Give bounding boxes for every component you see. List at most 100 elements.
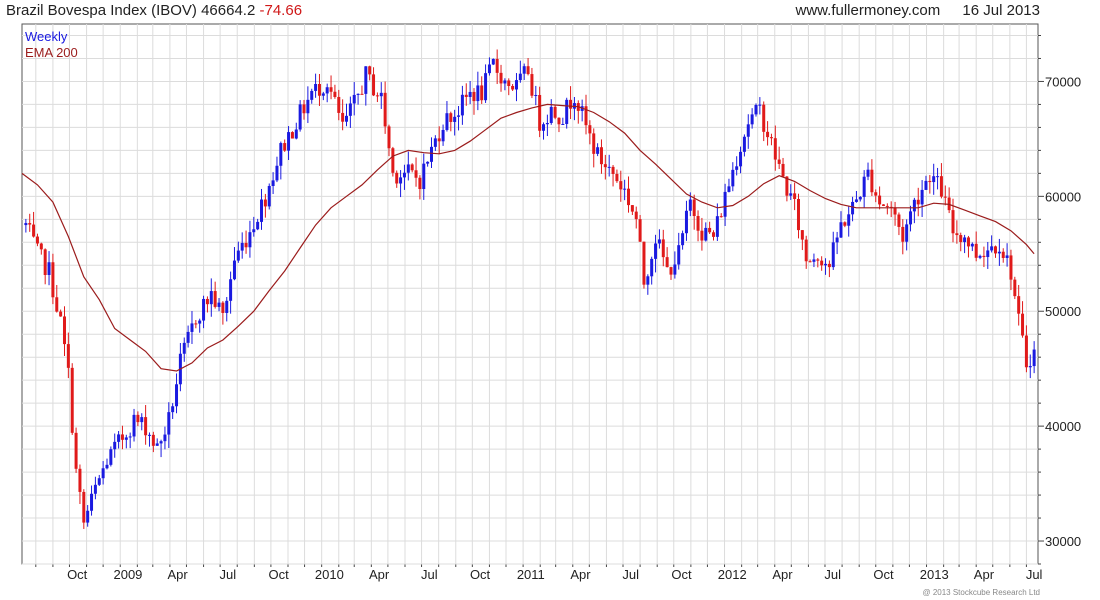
candle-up bbox=[310, 90, 314, 100]
candle-up bbox=[275, 165, 279, 181]
candle-up bbox=[240, 242, 244, 251]
candle-up bbox=[997, 251, 1001, 254]
candle-up bbox=[325, 87, 329, 94]
candle-down bbox=[1017, 296, 1021, 314]
candle-down bbox=[777, 159, 781, 164]
candle-down bbox=[827, 263, 831, 268]
candle-down bbox=[642, 241, 646, 285]
candle-up bbox=[924, 180, 928, 190]
candle-up bbox=[225, 300, 229, 313]
candle-down bbox=[317, 83, 321, 96]
candle-up bbox=[476, 85, 480, 102]
candle-up bbox=[294, 129, 298, 139]
candle-up bbox=[232, 260, 236, 280]
y-tick-label: 70000 bbox=[1045, 74, 1081, 89]
candle-down bbox=[1024, 335, 1028, 368]
candle-down bbox=[391, 148, 395, 173]
candle-down bbox=[611, 166, 615, 174]
candle-down bbox=[437, 138, 441, 142]
candle-up bbox=[352, 94, 356, 104]
candle-up bbox=[271, 180, 275, 187]
candle-down bbox=[43, 249, 47, 275]
candle-up bbox=[727, 186, 731, 192]
candle-down bbox=[39, 243, 43, 250]
candle-up bbox=[229, 279, 233, 301]
candle-up bbox=[248, 232, 252, 248]
candle-up bbox=[402, 172, 406, 178]
legend-weekly: Weekly bbox=[25, 29, 68, 44]
candle-up bbox=[124, 437, 128, 440]
candle-up bbox=[484, 73, 488, 101]
candle-down bbox=[762, 104, 766, 132]
candle-down bbox=[55, 297, 59, 312]
candle-down bbox=[136, 414, 140, 423]
candle-down bbox=[414, 170, 418, 178]
candle-down bbox=[329, 87, 333, 92]
x-tick-label: Apr bbox=[570, 567, 591, 582]
candle-up bbox=[140, 417, 144, 423]
x-tick-label: Apr bbox=[974, 567, 995, 582]
candle-up bbox=[978, 255, 982, 258]
candle-down bbox=[796, 198, 800, 231]
candle-up bbox=[47, 262, 51, 275]
candle-down bbox=[1009, 255, 1013, 280]
candle-down bbox=[588, 125, 592, 134]
candle-up bbox=[657, 239, 661, 244]
candle-down bbox=[615, 173, 619, 182]
candle-down bbox=[283, 143, 287, 151]
candle-down bbox=[665, 257, 669, 268]
candle-down bbox=[766, 131, 770, 138]
candle-down bbox=[464, 94, 468, 97]
candle-up bbox=[109, 449, 113, 465]
candle-up bbox=[654, 243, 658, 259]
candle-down bbox=[881, 204, 885, 206]
candle-down bbox=[592, 133, 596, 154]
candle-up bbox=[839, 222, 843, 238]
candle-down bbox=[700, 230, 704, 241]
candle-up bbox=[186, 331, 190, 343]
candle-down bbox=[928, 180, 932, 183]
candle-down bbox=[375, 95, 379, 97]
candle-up bbox=[441, 129, 445, 142]
candle-down bbox=[781, 163, 785, 177]
candle-up bbox=[542, 124, 546, 131]
candle-up bbox=[990, 246, 994, 251]
x-tick-label: Jul bbox=[824, 567, 841, 582]
candle-down bbox=[480, 85, 484, 101]
candle-up bbox=[433, 138, 437, 147]
candle-up bbox=[379, 92, 383, 97]
candle-up bbox=[321, 93, 325, 96]
candle-up bbox=[854, 199, 858, 202]
candle-down bbox=[619, 181, 623, 190]
candle-up bbox=[1028, 366, 1032, 368]
candle-up bbox=[650, 258, 654, 277]
candle-down bbox=[808, 261, 812, 263]
candle-down bbox=[1013, 279, 1017, 297]
candle-down bbox=[387, 126, 391, 149]
candle-up bbox=[260, 199, 264, 222]
candle-up bbox=[128, 436, 132, 438]
candle-down bbox=[994, 246, 998, 254]
candle-down bbox=[1021, 313, 1025, 336]
candle-down bbox=[696, 216, 700, 231]
candle-up bbox=[715, 216, 719, 237]
candle-down bbox=[395, 172, 399, 184]
candle-up bbox=[920, 189, 924, 205]
candle-up bbox=[468, 91, 472, 97]
candle-up bbox=[460, 94, 464, 116]
x-tick-label: 2013 bbox=[920, 567, 949, 582]
candle-up bbox=[561, 123, 565, 125]
candle-down bbox=[769, 137, 773, 139]
candle-up bbox=[364, 66, 368, 94]
candle-up bbox=[314, 83, 318, 91]
candle-up bbox=[970, 243, 974, 247]
candle-up bbox=[704, 227, 708, 241]
candle-down bbox=[59, 311, 63, 317]
candle-up bbox=[932, 176, 936, 183]
candle-down bbox=[599, 147, 603, 165]
candle-up bbox=[279, 143, 283, 166]
candle-up bbox=[673, 264, 677, 275]
candle-down bbox=[507, 80, 511, 87]
x-tick-label: Oct bbox=[269, 567, 290, 582]
candle-down bbox=[692, 199, 696, 217]
